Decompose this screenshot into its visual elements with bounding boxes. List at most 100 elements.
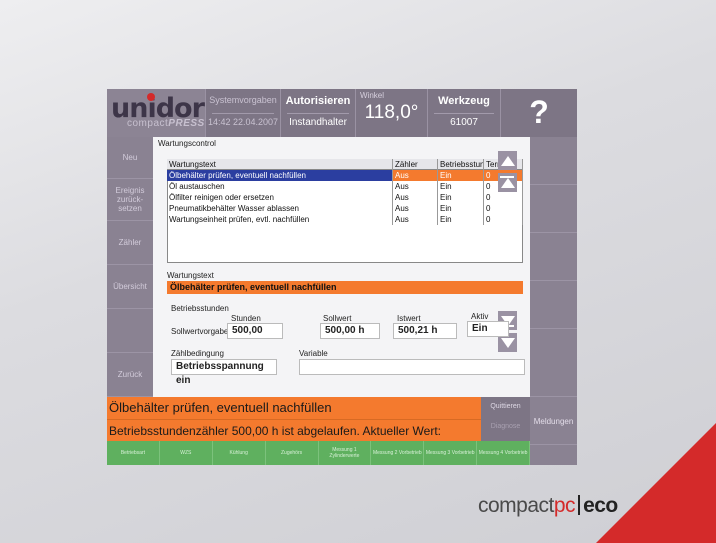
- unidor-logo: unidor compactPRESS: [107, 89, 205, 137]
- logo-dot-icon: [147, 93, 155, 101]
- zurueck-button[interactable]: Zurück: [107, 353, 153, 397]
- cell-zaehler: Aus: [393, 214, 438, 225]
- cell-text: Wartungseinheit prüfen, evtl. nachfüllen: [167, 214, 393, 225]
- cell-betriebsstunden: Ein: [438, 214, 484, 225]
- cell-zaehler: Aus: [393, 192, 438, 203]
- scroll-top-button[interactable]: [498, 173, 517, 192]
- quittieren-panel: Quittieren Diagnose: [481, 397, 530, 441]
- right-slot-1: [530, 137, 577, 185]
- cell-text: Pneumatikbehälter Wasser ablassen: [167, 203, 393, 214]
- winkel-value: 118,0°: [364, 102, 419, 123]
- table-row[interactable]: Ölbehälter prüfen, eventuell nachfüllen …: [167, 170, 523, 181]
- datetime-display: 14:42 22.04.2007: [207, 117, 279, 127]
- message-line-1: Ölbehälter prüfen, eventuell nachfüllen: [107, 397, 481, 419]
- betriebsstunden-label: Betriebsstunden: [171, 304, 229, 313]
- cell-text: Ölbehälter prüfen, eventuell nachfüllen: [167, 170, 393, 181]
- corner-accent: [596, 423, 716, 543]
- wartungstext-label: Wartungstext: [167, 271, 214, 280]
- divider: [434, 113, 494, 114]
- softkey-messung-4[interactable]: Messung 4 Vorbetrieb: [477, 441, 530, 465]
- divider: [212, 113, 274, 114]
- divider: [287, 113, 349, 114]
- table-row[interactable]: Wartungseinheit prüfen, evtl. nachfüllen…: [167, 214, 523, 225]
- winkel-label: Winkel: [360, 91, 385, 100]
- sollwert-display: 500,00 h: [320, 323, 380, 339]
- help-icon: ?: [529, 94, 549, 130]
- cell-zaehler: Aus: [393, 181, 438, 192]
- header-bar: unidor compactPRESS Systemvorgaben 14:42…: [107, 89, 577, 137]
- arrow-down-icon: [500, 337, 515, 348]
- help-button[interactable]: ?: [500, 89, 577, 137]
- diagnose-button[interactable]: Diagnose: [481, 423, 530, 430]
- wartungstext-field[interactable]: Ölbehälter prüfen, eventuell nachfüllen: [167, 281, 523, 294]
- stunden-input[interactable]: 500,00: [227, 323, 283, 339]
- neu-label: Neu: [122, 153, 138, 162]
- aktiv-toggle[interactable]: Ein: [467, 321, 509, 337]
- brand-part-2: pc: [553, 494, 576, 517]
- quittieren-button[interactable]: Quittieren: [481, 403, 530, 410]
- right-slot-2: [530, 185, 577, 233]
- cell-betriebsstunden: Ein: [438, 203, 484, 214]
- col-wartungstext: Wartungstext: [167, 159, 393, 170]
- table-row[interactable]: Ölfilter reinigen oder ersetzen Aus Ein …: [167, 192, 523, 203]
- brand-separator: [578, 495, 581, 515]
- zurueck-label: Zurück: [117, 370, 143, 379]
- cell-betriebsstunden: Ein: [438, 181, 484, 192]
- sollwert-label: Sollwert: [323, 314, 352, 323]
- stunden-label: Stunden: [231, 314, 261, 323]
- variable-label: Variable: [299, 349, 328, 358]
- arrow-top-icon: [500, 177, 515, 188]
- softkey-zugehoers[interactable]: Zugehörs: [266, 441, 319, 465]
- cell-termin: 0: [484, 203, 523, 214]
- bar-icon: [500, 176, 514, 178]
- table-row[interactable]: Pneumatikbehälter Wasser ablassen Aus Ei…: [167, 203, 523, 214]
- panel-title: Wartungscontrol: [158, 139, 216, 148]
- meldungen-button[interactable]: Meldungen: [530, 397, 577, 445]
- softkey-bar: Betriebsart WZS Kühlung Zugehörs Messung…: [107, 441, 530, 465]
- systemvorgaben-button[interactable]: Systemvorgaben 14:42 22.04.2007: [205, 89, 280, 137]
- cell-zaehler: Aus: [393, 170, 438, 181]
- cell-text: Öl austauschen: [167, 181, 393, 192]
- werkzeug-value: 61007: [450, 117, 478, 128]
- winkel-display: Winkel 118,0°: [355, 89, 427, 137]
- softkey-betriebsart[interactable]: Betriebsart: [107, 441, 160, 465]
- col-zaehler: Zähler: [393, 159, 438, 170]
- softkey-wzs[interactable]: WZS: [160, 441, 213, 465]
- softkey-messung-3[interactable]: Messung 3 Vorbetrieb: [424, 441, 478, 465]
- softkey-messung-1[interactable]: Messung 1 Zylinderwerte: [319, 441, 372, 465]
- right-slot-5: [530, 329, 577, 397]
- sollwertvorgabe-label: Sollwertvorgabe:: [171, 327, 231, 336]
- softkey-kuehlung[interactable]: Kühlung: [213, 441, 266, 465]
- scroll-up-button[interactable]: [498, 151, 517, 170]
- softkey-messung-2[interactable]: Messung 2 Vorbetrieb: [371, 441, 425, 465]
- variable-input[interactable]: [299, 359, 525, 375]
- meldungen-label: Meldungen: [533, 417, 574, 426]
- aktiv-label: Aktiv: [471, 312, 489, 321]
- cell-betriebsstunden: Ein: [438, 192, 484, 203]
- neu-button[interactable]: Neu: [107, 137, 153, 179]
- logo-sub: compactPRESS: [127, 118, 205, 129]
- zaehler-button[interactable]: Zähler: [107, 221, 153, 265]
- cell-termin: 0: [484, 214, 523, 225]
- ereignis-zuruecksetzen-button[interactable]: Ereignis zurück-setzen: [107, 179, 153, 221]
- zaehlbedingung-select[interactable]: Betriebsspannung ein: [171, 359, 277, 386]
- wartung-panel: Wartungscontrol Wartungstext Zähler Betr…: [153, 137, 530, 397]
- zaehlbedingung-label: Zählbedingung: [171, 349, 224, 358]
- right-slot-4: [530, 281, 577, 329]
- cell-termin: 0: [484, 192, 523, 203]
- werkzeug-label: Werkzeug: [438, 95, 490, 107]
- istwert-display: 500,21 h: [393, 323, 457, 339]
- right-column: Meldungen: [530, 137, 577, 465]
- empty-nav-slot: [107, 309, 153, 353]
- uebersicht-button[interactable]: Übersicht: [107, 265, 153, 309]
- table-row[interactable]: Öl austauschen Aus Ein 0: [167, 181, 523, 192]
- table-header: Wartungstext Zähler Betriebsstunden Term…: [167, 159, 523, 170]
- werkzeug-button[interactable]: Werkzeug 61007: [427, 89, 500, 137]
- autorisieren-button[interactable]: Autorisieren Instandhalter: [280, 89, 355, 137]
- message-line-2: Betriebsstundenzähler 500,00 h ist abgel…: [107, 419, 481, 460]
- compactpc-eco-logo: compactpc eco: [478, 494, 618, 518]
- cell-betriebsstunden: Ein: [438, 170, 484, 181]
- cell-zaehler: Aus: [393, 203, 438, 214]
- brand-part-3: eco: [583, 494, 618, 517]
- autorisieren-label: Autorisieren: [285, 95, 351, 107]
